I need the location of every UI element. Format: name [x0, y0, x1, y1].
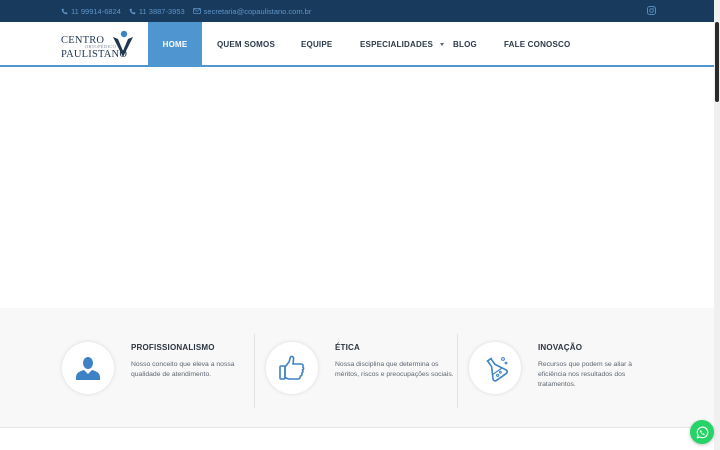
phone-2-text: 11 3887-3953 — [138, 6, 185, 16]
feature-icon-circle — [62, 342, 114, 394]
feature-etica: ÉTICA Nossa disciplina que determina os … — [266, 334, 456, 408]
feature-divider — [254, 334, 255, 408]
top-contact-bar: 11 99914-6824 11 3887-3953 secretaria@co… — [0, 0, 720, 22]
contact-info: 11 99914-6824 11 3887-3953 secretaria@co… — [61, 0, 311, 22]
feature-description: Nossa disciplina que determina os mérito… — [335, 361, 454, 378]
feature-title: INOVAÇÃO — [538, 343, 583, 352]
nav-home-label: HOME — [162, 40, 188, 49]
nav-quem-somos[interactable]: QUEM SOMOS — [217, 22, 275, 67]
flask-icon — [486, 357, 509, 382]
feature-description: Recursos que podem se aliar à eficiência… — [538, 361, 633, 388]
nav-especialidades-label: ESPECIALIDADES — [360, 40, 434, 49]
phone-2[interactable]: 11 3887-3953 — [129, 7, 185, 16]
hero-banner — [0, 69, 714, 308]
feature-icon-circle — [266, 342, 318, 394]
feature-title: PROFISSIONALISMO — [131, 343, 215, 352]
features-section: PROFISSIONALISMO Nosso conceito que elev… — [0, 308, 714, 428]
phone-icon — [61, 8, 68, 14]
instagram-icon[interactable] — [647, 6, 656, 15]
nav-fale-conosco-label: FALE CONOSCO — [504, 40, 571, 49]
nav-quem-somos-label: QUEM SOMOS — [217, 40, 276, 49]
logo-figure-icon — [113, 30, 133, 57]
thumbs-up-icon — [279, 355, 305, 380]
nav-blog-label: BLOG — [453, 40, 477, 49]
email-link[interactable]: secretaria@copaulistano.com.br — [192, 6, 312, 16]
nav-equipe-label: EQUIPE — [301, 40, 333, 49]
feature-divider — [457, 334, 458, 408]
chevron-down-icon — [440, 43, 445, 46]
envelope-icon — [192, 8, 201, 14]
feature-inovacao: INOVAÇÃO Recursos que podem se aliar à e… — [469, 334, 659, 408]
feature-description: Nosso conceito que eleva a nossa qualida… — [131, 361, 235, 378]
nav-equipe[interactable]: EQUIPE — [301, 22, 332, 67]
nav-blog[interactable]: BLOG — [453, 22, 477, 67]
page-scrollbar[interactable] — [714, 0, 720, 450]
nav-fale-conosco[interactable]: FALE CONOSCO — [504, 22, 570, 67]
feature-profissionalismo: PROFISSIONALISMO Nosso conceito que elev… — [62, 334, 252, 408]
logo[interactable]: CENTRO ORTOPÉDICO PAULISTANO — [61, 29, 136, 61]
user-icon — [76, 357, 100, 380]
feature-icon-circle — [469, 342, 521, 394]
whatsapp-icon — [696, 426, 708, 438]
phone-1[interactable]: 11 99914-6824 — [61, 7, 121, 16]
phone-icon — [129, 8, 136, 14]
whatsapp-button[interactable] — [690, 420, 714, 444]
main-navbar: CENTRO ORTOPÉDICO PAULISTANO HOME QUEM S… — [0, 22, 720, 67]
phone-1-text: 11 99914-6824 — [71, 6, 121, 16]
email-text: secretaria@copaulistano.com.br — [203, 6, 312, 16]
nav-especialidades[interactable]: ESPECIALIDADES — [360, 22, 445, 67]
nav-home[interactable]: HOME — [148, 22, 202, 67]
feature-title: ÉTICA — [335, 343, 360, 352]
scrollbar-thumb[interactable] — [715, 22, 719, 102]
